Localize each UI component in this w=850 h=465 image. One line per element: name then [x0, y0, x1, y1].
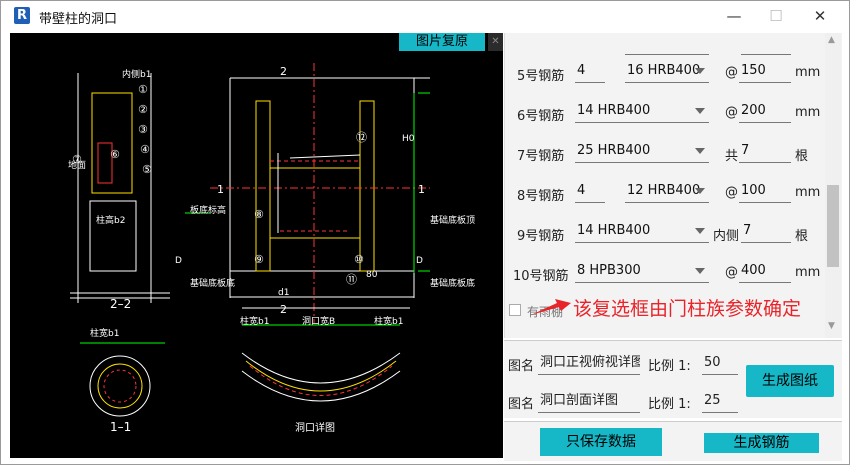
- rebar-row-6: 6号钢筋 14 HRB400 @ 200 mm: [505, 93, 825, 133]
- svg-text:基础底板底: 基础底板底: [430, 277, 475, 289]
- scrollbar-thumb[interactable]: [827, 185, 839, 267]
- app-window: R 带壁柱的洞口 — ☐ ✕ 2–2 1–1 洞口详图 2 2 1 1 内侧b1…: [0, 0, 850, 465]
- close-icon[interactable]: ✕: [797, 1, 843, 31]
- generate-rebar-button[interactable]: 生成钢筋: [704, 433, 819, 453]
- count-input[interactable]: 7: [739, 139, 791, 163]
- callout-number: ⑫: [356, 131, 367, 144]
- rebar-params-panel: 5号钢筋 4 16 HRB400 @ 150 mm 6号钢筋 14 HRB400…: [504, 33, 842, 338]
- rebar-count-input[interactable]: 4: [575, 179, 605, 203]
- scroll-down-icon[interactable]: ▼: [828, 321, 835, 331]
- view-label-11: 1–1: [110, 420, 131, 434]
- scale-input[interactable]: 50: [702, 351, 738, 375]
- canopy-checkbox[interactable]: [509, 304, 521, 316]
- rebar-row-9: 9号钢筋 14 HRB400 内侧 7 根: [505, 213, 825, 253]
- opening-detail-label: 洞口详图: [295, 421, 335, 434]
- chevron-down-icon: [695, 228, 705, 234]
- svg-text:柱宽b1: 柱宽b1: [240, 315, 269, 327]
- revit-logo-icon: R: [14, 7, 30, 24]
- drawing-name-input[interactable]: 洞口剖面详图: [538, 389, 640, 413]
- svg-text:内侧b1: 内侧b1: [122, 68, 151, 80]
- svg-text:1: 1: [217, 183, 224, 196]
- callout-number: ①: [138, 83, 148, 96]
- save-data-button[interactable]: 只保存数据: [540, 428, 662, 456]
- svg-text:D: D: [175, 256, 182, 266]
- annotation-text: 该复选框由门柱族参数确定: [573, 298, 802, 320]
- red-arrow-icon: [531, 299, 571, 315]
- window-title: 带壁柱的洞口: [39, 12, 118, 27]
- minimize-icon[interactable]: —: [711, 1, 757, 31]
- chevron-down-icon: [695, 148, 705, 154]
- chevron-down-icon: [695, 68, 705, 74]
- svg-text:2: 2: [280, 65, 287, 78]
- rebar-type-combo[interactable]: 14 HRB400: [575, 219, 709, 243]
- callout-number: ⑤: [142, 163, 152, 176]
- spacing-input[interactable]: 400: [739, 259, 791, 283]
- callout-number: ④: [140, 143, 150, 156]
- callout-number: ②: [138, 103, 148, 116]
- svg-text:H0: H0: [402, 134, 415, 144]
- chevron-down-icon: [695, 188, 705, 194]
- callout-number: ⑧: [254, 208, 264, 221]
- callout-number: ③: [138, 123, 148, 136]
- callout-number: ⑦: [72, 153, 82, 166]
- params-scrollbar[interactable]: ▲ ▼: [825, 33, 841, 338]
- svg-text:基础底板底: 基础底板底: [190, 277, 235, 289]
- rebar-row-10: 10号钢筋 8 HPB300 @ 400 mm: [505, 253, 825, 293]
- callout-number: ⑩: [354, 253, 364, 266]
- svg-text:d1: d1: [278, 288, 289, 298]
- spacing-input[interactable]: 100: [739, 179, 791, 203]
- svg-text:D: D: [416, 256, 423, 266]
- svg-text:柱宽b1: 柱宽b1: [374, 315, 403, 327]
- rebar-count-input[interactable]: 4: [575, 59, 605, 83]
- svg-text:2: 2: [280, 303, 287, 316]
- rebar-type-combo[interactable]: 25 HRB400: [575, 139, 709, 163]
- cad-drawing: 2–2 1–1 洞口详图 2 2 1 1 内侧b1 柱宽b1 柱宽b1 洞口宽B…: [68, 63, 475, 434]
- drawing-preview-canvas[interactable]: 2–2 1–1 洞口详图 2 2 1 1 内侧b1 柱宽b1 柱宽b1 洞口宽B…: [10, 33, 503, 458]
- title-bar: R 带壁柱的洞口 — ☐ ✕: [1, 1, 849, 31]
- scroll-up-icon[interactable]: ▲: [828, 35, 835, 45]
- generate-drawing-button[interactable]: 生成图纸: [746, 365, 834, 397]
- svg-text:1: 1: [418, 183, 425, 196]
- callout-number: ⑥: [110, 148, 120, 161]
- canvas-close-icon[interactable]: ✕: [488, 33, 503, 51]
- rebar-type-combo[interactable]: 14 HRB400: [575, 99, 709, 123]
- svg-text:洞口宽B: 洞口宽B: [302, 315, 335, 327]
- rebar-row-7: 7号钢筋 25 HRB400 共 7 根: [505, 133, 825, 173]
- svg-text:柱高b2: 柱高b2: [96, 214, 125, 226]
- spacing-input[interactable]: 150: [739, 59, 791, 83]
- svg-text:板底标高: 板底标高: [190, 204, 226, 216]
- callout-number: ⑨: [254, 253, 264, 266]
- restore-image-button[interactable]: 图片复原: [399, 33, 485, 51]
- svg-text:柱宽b1: 柱宽b1: [90, 327, 119, 339]
- rebar-row-8: 8号钢筋 4 12 HRB400 @ 100 mm: [505, 173, 825, 213]
- rebar-type-combo[interactable]: 12 HRB400: [625, 179, 709, 203]
- rebar-row-5: 5号钢筋 4 16 HRB400 @ 150 mm: [505, 53, 825, 93]
- chevron-down-icon: [695, 108, 705, 114]
- view-label-22: 2–2: [110, 297, 131, 311]
- count-input[interactable]: 7: [741, 219, 791, 243]
- drawing-name-input[interactable]: 洞口正视俯视详图: [538, 351, 640, 375]
- maximize-icon[interactable]: ☐: [753, 1, 799, 31]
- svg-text:基础底板顶: 基础底板顶: [430, 214, 475, 226]
- spacing-input[interactable]: 200: [739, 99, 791, 123]
- rebar-type-combo[interactable]: 16 HRB400: [625, 59, 709, 83]
- callout-number: ⑪: [346, 273, 357, 286]
- scale-input[interactable]: 25: [702, 389, 738, 413]
- rebar-type-combo[interactable]: 8 HPB300: [575, 259, 709, 283]
- chevron-down-icon: [695, 268, 705, 274]
- svg-text:80: 80: [366, 270, 378, 280]
